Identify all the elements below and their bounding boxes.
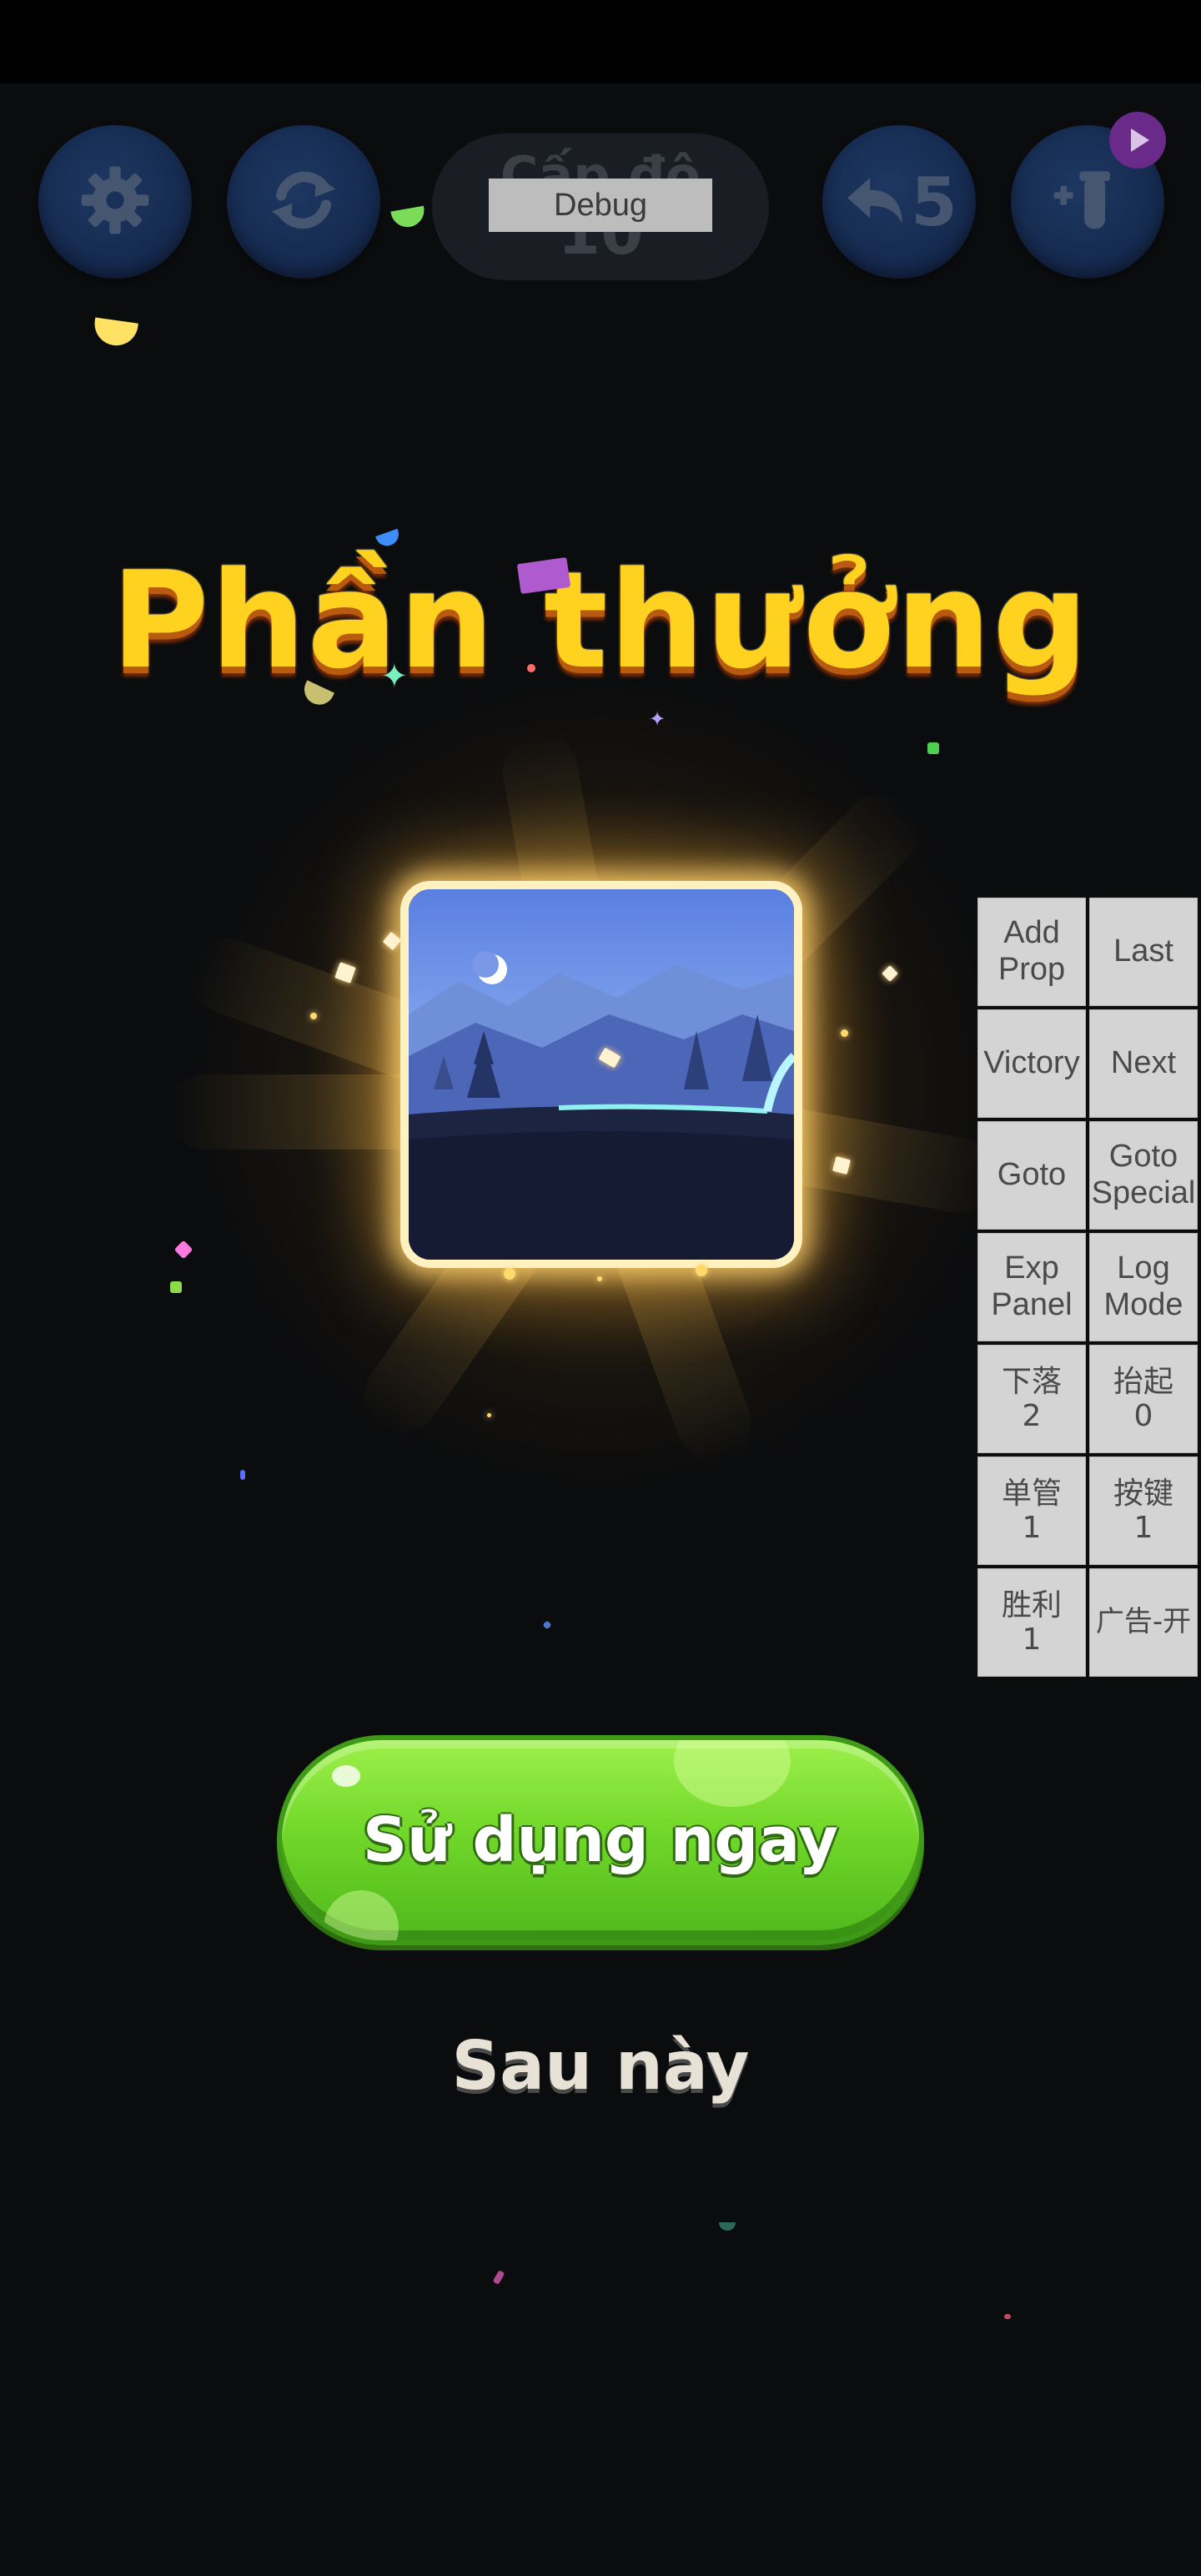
gear-icon bbox=[75, 160, 155, 244]
play-video-icon[interactable] bbox=[1109, 112, 1166, 169]
debug-victory-button[interactable]: Victory bbox=[977, 1009, 1086, 1118]
debug-log-mode-button[interactable]: Log Mode bbox=[1089, 1233, 1198, 1341]
confetti-piece: ✦ bbox=[380, 657, 409, 696]
sparkle-decoration bbox=[504, 1268, 515, 1280]
confetti-piece bbox=[719, 2222, 736, 2231]
debug-win-button[interactable]: 胜利 1 bbox=[977, 1568, 1086, 1677]
confetti-piece bbox=[170, 1281, 182, 1293]
debug-toggle[interactable]: Debug bbox=[489, 179, 712, 232]
debug-ads-button[interactable]: 广告-开 bbox=[1089, 1568, 1198, 1677]
sparkle-decoration bbox=[696, 1265, 707, 1276]
debug-last-button[interactable]: Last bbox=[1089, 898, 1198, 1006]
confetti-piece bbox=[1004, 2314, 1011, 2319]
confetti-piece bbox=[240, 1470, 245, 1480]
sparkle-decoration bbox=[310, 1013, 317, 1019]
debug-goto-special-button[interactable]: Goto Special bbox=[1089, 1121, 1198, 1230]
button-shine bbox=[324, 1890, 399, 1940]
debug-add-prop-button[interactable]: Add Prop bbox=[977, 898, 1086, 1006]
debug-exp-panel-button[interactable]: Exp Panel bbox=[977, 1233, 1086, 1341]
reward-item-card[interactable] bbox=[400, 881, 802, 1268]
confetti-piece bbox=[492, 2270, 505, 2285]
use-now-label: Sử dụng ngay bbox=[362, 1804, 839, 1876]
debug-key-button[interactable]: 按键 1 bbox=[1089, 1457, 1198, 1565]
debug-panel: Add Prop Last Victory Next Goto Goto Spe… bbox=[977, 898, 1198, 1677]
debug-drop-button[interactable]: 下落 2 bbox=[977, 1345, 1086, 1453]
button-shine bbox=[674, 1740, 791, 1807]
sparkle-decoration bbox=[487, 1413, 491, 1417]
sparkle-decoration bbox=[841, 1029, 848, 1037]
confetti-piece bbox=[927, 742, 939, 754]
later-button[interactable]: Sau này bbox=[0, 2027, 1201, 2105]
debug-lift-button[interactable]: 抬起 0 bbox=[1089, 1345, 1198, 1453]
confetti-piece bbox=[390, 205, 427, 230]
debug-single-tube-button[interactable]: 单管 1 bbox=[977, 1457, 1086, 1565]
debug-goto-button[interactable]: Goto bbox=[977, 1121, 1086, 1230]
use-now-button[interactable]: Sử dụng ngay bbox=[277, 1735, 924, 1945]
undo-count: 5 bbox=[911, 163, 957, 241]
restart-button[interactable] bbox=[227, 125, 380, 279]
reward-screen: Cấp độ 10 Debug 5 Phần thưởng ✦ ✦ Add Pr… bbox=[0, 0, 1201, 2576]
settings-button[interactable] bbox=[38, 125, 192, 279]
confetti-piece bbox=[542, 1620, 552, 1630]
undo-arrow-icon bbox=[841, 169, 907, 235]
sparkle-decoration bbox=[597, 1276, 602, 1281]
undo-button[interactable]: 5 bbox=[822, 125, 976, 279]
confetti-piece bbox=[527, 664, 535, 672]
confetti-piece bbox=[173, 1240, 193, 1260]
night-landscape-background-icon bbox=[409, 889, 794, 1260]
add-tube-icon bbox=[1048, 160, 1128, 244]
refresh-icon bbox=[264, 160, 344, 244]
status-bar bbox=[0, 0, 1201, 83]
confetti-piece bbox=[92, 317, 138, 349]
button-shine bbox=[332, 1765, 360, 1787]
debug-next-button[interactable]: Next bbox=[1089, 1009, 1198, 1118]
confetti-piece: ✦ bbox=[649, 707, 666, 731]
